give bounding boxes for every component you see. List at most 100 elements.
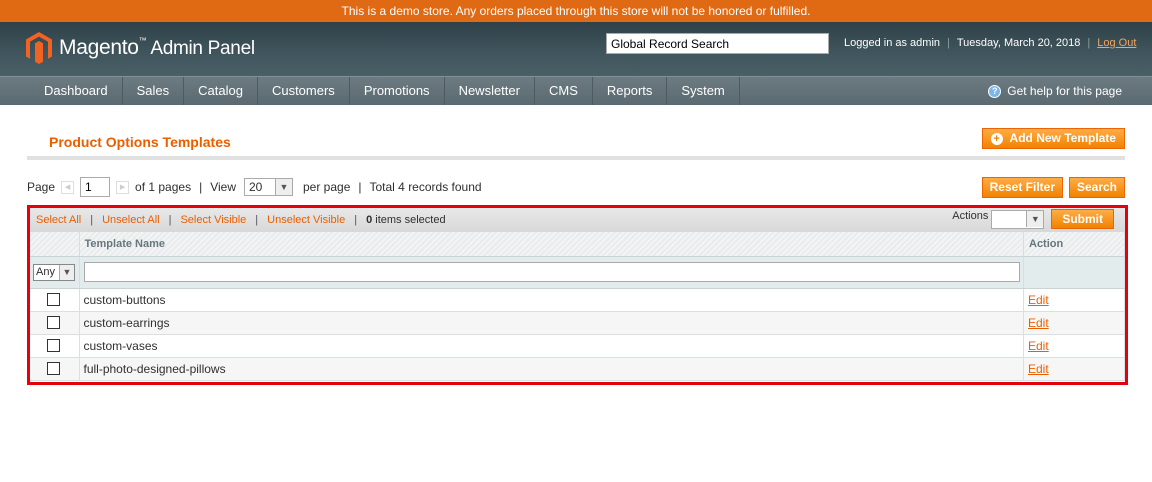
action-cell: Edit [1023, 334, 1125, 358]
add-new-template-label: Add New Template [1009, 131, 1116, 145]
title-divider [27, 156, 1125, 160]
table-row[interactable]: custom-vases Edit [30, 334, 1125, 358]
column-header-template-name[interactable]: Template Name [79, 232, 1024, 257]
unselect-all-link[interactable]: Unselect All [102, 214, 159, 226]
template-name-filter-cell [79, 256, 1024, 289]
table-row[interactable]: full-photo-designed-pillows Edit [30, 357, 1125, 381]
row-checkbox[interactable] [47, 316, 60, 329]
template-name-cell: custom-earrings [79, 311, 1024, 335]
row-checkbox-cell [30, 334, 80, 358]
grid-table: Template Name Action Any ▼ custom-button… [30, 232, 1125, 381]
action-cell: Edit [1023, 311, 1125, 335]
row-checkbox[interactable] [47, 293, 60, 306]
magento-logo[interactable]: Magento™ Admin Panel [26, 32, 255, 64]
action-cell: Edit [1023, 288, 1125, 312]
reset-filter-button[interactable]: Reset Filter [981, 177, 1063, 198]
chevron-down-icon: ▼ [1026, 210, 1044, 227]
add-new-template-button[interactable]: + Add New Template [981, 128, 1125, 149]
header: Magento™Admin Panel Logged in as admin |… [0, 22, 1152, 76]
chevron-down-icon: ▼ [59, 264, 74, 280]
items-selected-label: items selected [375, 214, 446, 226]
help-icon: ? [988, 84, 1002, 98]
checkbox-filter-value: Any [36, 266, 55, 278]
logged-in-text: Logged in as admin [844, 37, 941, 49]
pager: Page ◀ ▶ of 1 pages | View 20 ▼ per page… [27, 177, 482, 197]
massaction-separator: | [354, 214, 358, 226]
help-link[interactable]: ? Get help for this page [988, 77, 1122, 105]
main-nav: Dashboard Sales Catalog Customers Promot… [0, 76, 1152, 105]
table-row[interactable]: custom-buttons Edit [30, 288, 1125, 312]
massaction-separator: | [168, 214, 172, 226]
edit-link[interactable]: Edit [1028, 362, 1049, 376]
view-label: View [210, 180, 236, 194]
row-checkbox-cell [30, 357, 80, 381]
edit-link[interactable]: Edit [1028, 293, 1049, 307]
column-header-action: Action [1023, 232, 1125, 257]
total-records: Total 4 records found [369, 180, 482, 194]
nav-customers[interactable]: Customers [258, 77, 350, 105]
pager-separator: | [358, 180, 362, 194]
nav-newsletter[interactable]: Newsletter [445, 77, 535, 105]
massaction-bar: Select All | Unselect All | Select Visib… [30, 208, 1125, 232]
action-filter-cell [1023, 256, 1125, 289]
edit-link[interactable]: Edit [1028, 316, 1049, 330]
row-checkbox[interactable] [47, 339, 60, 352]
template-name-filter-input[interactable] [83, 262, 1020, 282]
actions-area: Actions ▼ Submit [952, 209, 1114, 229]
templates-grid: Select All | Unselect All | Select Visib… [27, 205, 1128, 385]
logo-brand: Magento [59, 36, 139, 59]
page-label: Page [27, 180, 56, 194]
header-date: Tuesday, March 20, 2018 [956, 37, 1081, 49]
select-visible-link[interactable]: Select Visible [180, 214, 246, 226]
edit-link[interactable]: Edit [1028, 339, 1049, 353]
submit-button[interactable]: Submit [1051, 209, 1114, 229]
row-checkbox[interactable] [47, 362, 60, 375]
magento-logo-icon [26, 32, 52, 64]
nav-sales[interactable]: Sales [123, 77, 185, 105]
nav-reports[interactable]: Reports [593, 77, 668, 105]
nav-catalog[interactable]: Catalog [184, 77, 258, 105]
pager-separator: | [199, 180, 203, 194]
demo-store-notice: This is a demo store. Any orders placed … [0, 0, 1152, 22]
page-number-input[interactable] [80, 177, 111, 197]
chevron-down-icon: ▼ [275, 179, 292, 195]
logout-link[interactable]: Log Out [1097, 37, 1136, 49]
search-button[interactable]: Search [1068, 177, 1125, 198]
nav-cms[interactable]: CMS [535, 77, 593, 105]
select-all-link[interactable]: Select All [36, 214, 81, 226]
prev-page-icon[interactable]: ◀ [61, 180, 75, 194]
per-page-select[interactable]: 20 ▼ [244, 178, 293, 196]
massaction-separator: | [90, 214, 94, 226]
checkbox-filter-cell: Any ▼ [30, 256, 80, 289]
filter-row: Any ▼ [30, 256, 1125, 289]
grid-header-row: Template Name Action [30, 232, 1125, 257]
template-name-cell: full-photo-designed-pillows [79, 357, 1024, 381]
page-title: Product Options Templates [49, 134, 231, 150]
row-checkbox-cell [30, 288, 80, 312]
checkbox-column-header [30, 232, 80, 257]
next-page-icon[interactable]: ▶ [116, 180, 130, 194]
help-text: Get help for this page [1007, 84, 1122, 98]
logo-trademark: ™ [138, 36, 147, 45]
selected-count: 0 [366, 214, 373, 226]
unselect-visible-link[interactable]: Unselect Visible [267, 214, 345, 226]
actions-select[interactable]: ▼ [991, 209, 1045, 229]
nav-dashboard[interactable]: Dashboard [0, 77, 123, 105]
global-search-input[interactable] [606, 33, 829, 54]
logo-subtitle: Admin Panel [150, 38, 255, 59]
of-pages-text: of 1 pages [135, 180, 192, 194]
actions-label: Actions [952, 210, 989, 222]
table-row[interactable]: custom-earrings Edit [30, 311, 1125, 335]
template-name-cell: custom-buttons [79, 288, 1024, 312]
nav-promotions[interactable]: Promotions [350, 77, 445, 105]
logo-text: Magento™ Admin Panel [59, 36, 255, 60]
per-page-label: per page [303, 180, 351, 194]
header-separator: | [1087, 37, 1091, 49]
per-page-value: 20 [249, 180, 263, 194]
checkbox-filter-select[interactable]: Any ▼ [33, 263, 75, 281]
nav-system[interactable]: System [667, 77, 740, 105]
header-separator: | [947, 37, 950, 49]
plus-icon: + [990, 132, 1003, 145]
action-cell: Edit [1023, 357, 1125, 381]
header-user-info: Logged in as admin | Tuesday, March 20, … [844, 37, 1136, 49]
